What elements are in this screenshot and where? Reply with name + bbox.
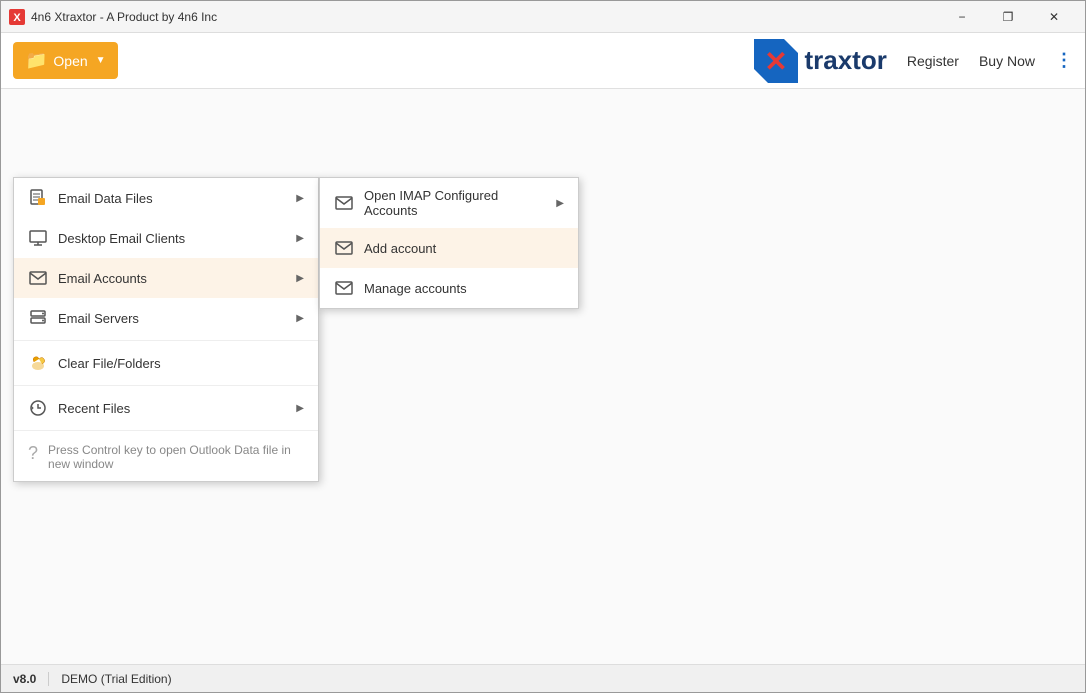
clear-icon — [28, 353, 48, 373]
email-servers-label: Email Servers — [58, 311, 286, 326]
arrow-icon: ▶ — [296, 193, 304, 204]
menu-item-email-servers[interactable]: Email Servers ▶ — [14, 298, 318, 338]
manage-accounts-label: Manage accounts — [364, 281, 564, 296]
app-title: 4n6 Xtraxtor - A Product by 4n6 Inc — [31, 10, 939, 24]
manage-accounts-icon — [334, 278, 354, 298]
file-icon — [28, 188, 48, 208]
email-accounts-label: Email Accounts — [58, 271, 286, 286]
submenu-item-open-imap[interactable]: Open IMAP Configured Accounts ▶ — [320, 178, 578, 228]
arrow-icon: ▶ — [296, 233, 304, 244]
email-accounts-submenu: Open IMAP Configured Accounts ▶ Add acco… — [319, 177, 579, 309]
toolbar: 📁 Open ▼ ✕ traxtor Register Buy Now ⋮ — [1, 33, 1085, 89]
add-account-label: Add account — [364, 241, 564, 256]
more-options-button[interactable]: ⋮ — [1055, 50, 1073, 71]
open-label: Open — [53, 53, 87, 69]
app-logo: ✕ traxtor — [754, 39, 886, 83]
desktop-icon — [28, 228, 48, 248]
arrow-icon: ▶ — [296, 403, 304, 414]
menu-divider-2 — [14, 385, 318, 386]
help-icon: ? — [28, 443, 38, 464]
menu-help-text: ? Press Control key to open Outlook Data… — [14, 433, 318, 481]
recent-icon — [28, 398, 48, 418]
imap-icon — [334, 193, 354, 213]
menu-item-email-data-files[interactable]: Email Data Files ▶ — [14, 178, 318, 218]
register-button[interactable]: Register — [907, 53, 959, 69]
help-description: Press Control key to open Outlook Data f… — [48, 443, 304, 471]
logo-text: traxtor — [804, 45, 886, 76]
menu-item-recent-files[interactable]: Recent Files ▶ — [14, 388, 318, 428]
menu-divider-3 — [14, 430, 318, 431]
restore-button[interactable]: ❐ — [985, 1, 1031, 33]
logo-svg: ✕ — [754, 39, 798, 83]
main-content: Email Data Files ▶ Desktop Email Clients… — [1, 89, 1085, 666]
open-button[interactable]: 📁 Open ▼ — [13, 42, 118, 79]
logo-area: ✕ traxtor Register Buy Now ⋮ — [754, 39, 1073, 83]
menu-item-desktop-email-clients[interactable]: Desktop Email Clients ▶ — [14, 218, 318, 258]
open-dropdown-menu: Email Data Files ▶ Desktop Email Clients… — [13, 177, 319, 482]
menu-divider-1 — [14, 340, 318, 341]
clear-files-label: Clear File/Folders — [58, 356, 304, 371]
open-imap-label: Open IMAP Configured Accounts — [364, 188, 546, 218]
version-label: v8.0 — [13, 672, 49, 686]
status-text: DEMO (Trial Edition) — [61, 672, 171, 686]
svg-text:X: X — [13, 12, 21, 24]
menu-item-clear-files[interactable]: Clear File/Folders — [14, 343, 318, 383]
app-icon: X — [9, 9, 25, 25]
desktop-email-clients-label: Desktop Email Clients — [58, 231, 286, 246]
close-button[interactable]: ✕ — [1031, 1, 1077, 33]
submenu-item-manage-accounts[interactable]: Manage accounts — [320, 268, 578, 308]
minimize-button[interactable]: − — [939, 1, 985, 33]
submenu-item-add-account[interactable]: Add account — [320, 228, 578, 268]
window-controls: − ❐ ✕ — [939, 1, 1077, 33]
recent-files-label: Recent Files — [58, 401, 286, 416]
buynow-button[interactable]: Buy Now — [979, 53, 1035, 69]
dropdown-arrow-icon: ▼ — [96, 55, 106, 66]
title-bar: X 4n6 Xtraxtor - A Product by 4n6 Inc − … — [1, 1, 1085, 33]
email-accounts-icon — [28, 268, 48, 288]
status-bar: v8.0 DEMO (Trial Edition) — [1, 664, 1085, 692]
svg-text:✕: ✕ — [765, 46, 788, 77]
arrow-icon: ▶ — [296, 313, 304, 324]
arrow-icon: ▶ — [296, 273, 304, 284]
email-data-files-label: Email Data Files — [58, 191, 286, 206]
server-icon — [28, 308, 48, 328]
menu-item-email-accounts[interactable]: Email Accounts ▶ — [14, 258, 318, 298]
add-account-icon — [334, 238, 354, 258]
folder-icon: 📁 — [25, 50, 47, 71]
arrow-icon: ▶ — [556, 198, 564, 209]
